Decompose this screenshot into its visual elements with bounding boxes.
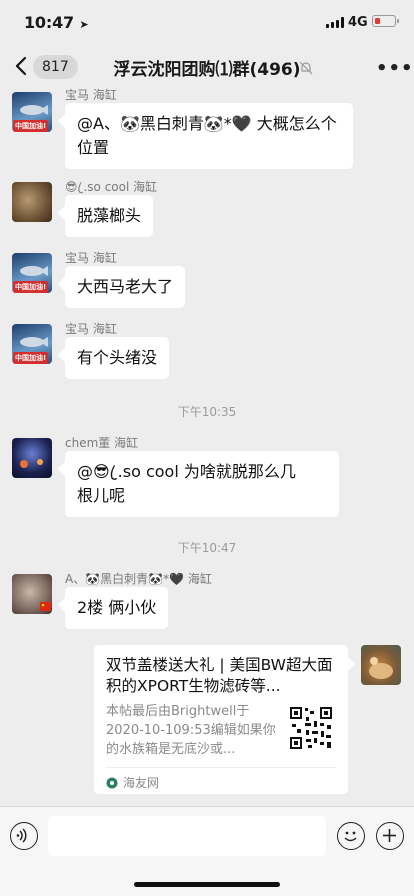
source-icon [106, 777, 118, 788]
qr-code-icon [288, 705, 334, 751]
sender-name: chem董 海缸 [65, 436, 139, 450]
my-avatar[interactable] [361, 645, 401, 685]
avatar[interactable] [12, 182, 52, 222]
message-bubble[interactable]: 脱藻榔头 [65, 195, 154, 237]
avatar[interactable]: 中国加油! [12, 324, 52, 364]
avatar-tag: 中国加油! [13, 352, 49, 364]
sender-name: 宝马 海缸 [65, 88, 117, 102]
avatar-tag: 中国加油! [13, 120, 49, 132]
message-bubble[interactable]: 大西马老大了 [65, 266, 186, 308]
emoji-icon[interactable] [337, 822, 365, 850]
network-type: 4G [348, 15, 368, 30]
network-indicator: 4G [326, 15, 368, 30]
chat-title: 浮云沈阳团购⑴群(496) [113, 60, 301, 80]
message-text: @😎 ꦿ.so cool 为啥就脱那么几 [77, 462, 296, 481]
chat-header: 817 浮云沈阳团购⑴群(496) ••• [0, 46, 414, 88]
home-indicator [134, 882, 280, 887]
link-card-title: 双节盖楼送大礼 | 美国BW超大面积的XPORT生物滤砖等... [106, 656, 333, 695]
link-card-source: 海友网 [106, 767, 336, 791]
more-options-icon[interactable]: ••• [376, 58, 414, 79]
voice-input-icon[interactable] [10, 822, 38, 850]
message-text: 根儿呢 [77, 486, 126, 505]
message-bubble[interactable]: @😎 ꦿ.so cool 为啥就脱那么几 根儿呢 [65, 451, 339, 517]
message-bubble[interactable]: @A、🐼黑白刺青🐼*🖤 大概怎么个位置 [65, 103, 353, 169]
avatar-tag: 中国加油! [13, 281, 49, 293]
status-time: 10:47 ➤ [24, 13, 89, 32]
signal-icon [326, 17, 344, 28]
link-card[interactable]: 双节盖楼送大礼 | 美国BW超大面积的XPORT生物滤砖等... 本帖最后由Br… [94, 645, 348, 794]
status-bar: 10:47 ➤ 4G [0, 0, 414, 46]
sender-name: 宝马 海缸 [65, 322, 117, 336]
battery-icon [372, 15, 399, 27]
mute-bell-icon [299, 61, 313, 75]
avatar[interactable]: 中国加油! [12, 92, 52, 132]
message-bubble[interactable]: 2楼 俩小伙 [65, 587, 169, 629]
avatar[interactable]: 中国加油! [12, 253, 52, 293]
timestamp: 下午10:47 [177, 541, 237, 555]
avatar[interactable] [12, 438, 52, 478]
message-input[interactable] [48, 816, 326, 856]
more-actions-plus-icon[interactable] [376, 822, 404, 850]
link-card-description: 本帖最后由Brightwell于2020-10-109:53编辑如果你的水族箱是… [106, 704, 276, 757]
timestamp: 下午10:35 [177, 405, 237, 419]
avatar[interactable] [12, 574, 52, 614]
message-bubble[interactable]: 有个头绪没 [65, 337, 170, 379]
sender-name: 宝马 海缸 [65, 251, 117, 265]
sender-name: A、🐼黑白刺青🐼*🖤 海缸 [65, 572, 212, 586]
